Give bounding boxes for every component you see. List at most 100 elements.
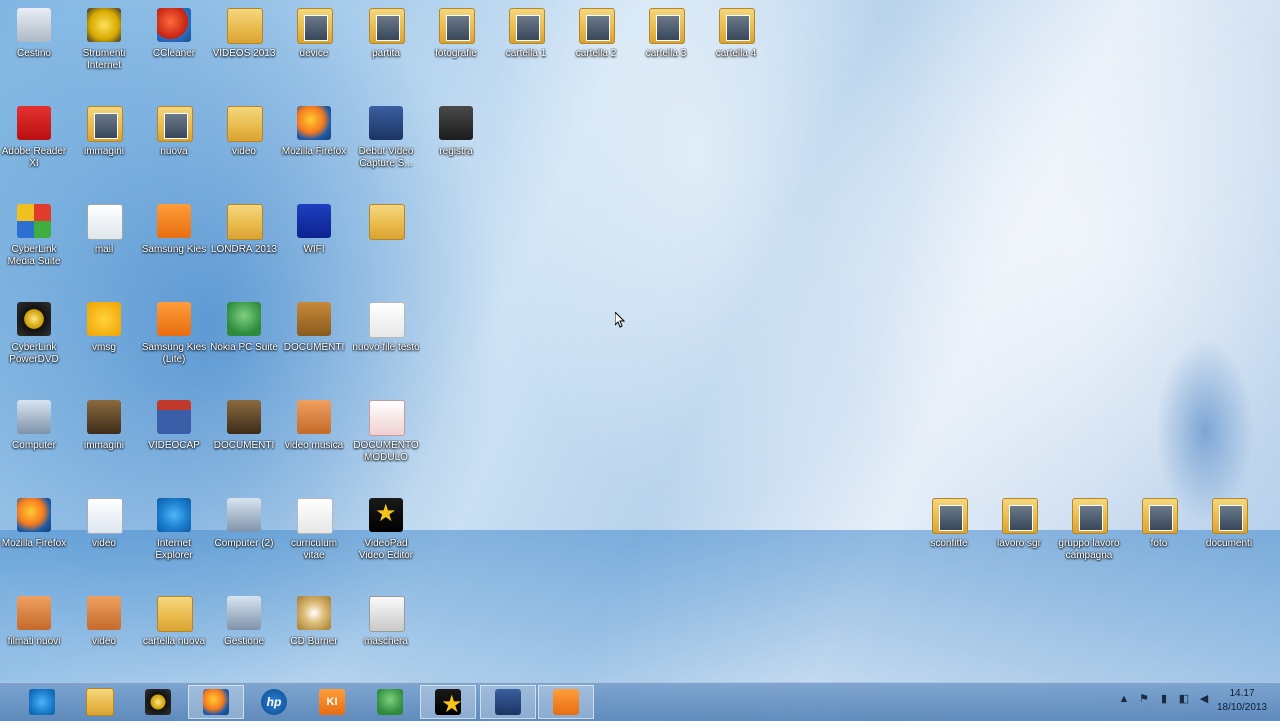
folder-icon: [1072, 498, 1108, 534]
desktop-icon-adobe-reader[interactable]: Adobe Reader XI: [0, 102, 68, 192]
desktop-icon-documenti-2[interactable]: DOCUMENTI: [210, 396, 278, 486]
network-icon[interactable]: ◧: [1178, 693, 1190, 705]
folder-icon: [86, 688, 114, 716]
volume-icon[interactable]: ◀: [1198, 693, 1210, 705]
desktop-icon-curriculum[interactable]: curriculum vitae: [280, 494, 348, 584]
desktop-icon-folder[interactable]: cartella nuova: [140, 592, 208, 682]
desktop-icon-folder[interactable]: documenti: [1195, 494, 1263, 584]
desktop-icon-folder[interactable]: fotografie: [422, 4, 490, 94]
folder-icon: [1142, 498, 1178, 534]
desktop-icon-recycle-bin[interactable]: Cestino: [0, 4, 68, 94]
firefox-icon: [297, 106, 331, 140]
kies-icon: [157, 302, 191, 336]
taskbar-file-explorer[interactable]: [72, 685, 128, 719]
firefox-icon: [17, 498, 51, 532]
folder-icon: [719, 8, 755, 44]
desktop-icon-pdf-document[interactable]: DOCUMENTO MODULO: [352, 396, 420, 486]
internet-explorer-icon: [157, 498, 191, 532]
desktop-icon-internet-explorer[interactable]: Internet Explorer: [140, 494, 208, 584]
pdf-document-icon: [369, 400, 405, 436]
folder-icon: [509, 8, 545, 44]
desktop-icon-gestione[interactable]: Gestione: [210, 592, 278, 682]
desktop-icon-folder[interactable]: video: [210, 102, 278, 192]
folder-icon: [369, 8, 405, 44]
desktop-icon-folder[interactable]: cartella 4: [702, 4, 770, 94]
desktop-icon-folder[interactable]: nuova: [140, 102, 208, 192]
folder-icon: [157, 106, 193, 142]
firefox-icon: [203, 689, 229, 715]
taskbar-videopad[interactable]: [420, 685, 476, 719]
desktop-icon-folder[interactable]: foto: [1125, 494, 1193, 584]
desktop-icon-registra[interactable]: registra: [422, 102, 490, 192]
desktop-icon-media-suite[interactable]: CyberLink Media Suite: [0, 200, 68, 290]
folder-icon: [297, 8, 333, 44]
videopad-icon: [369, 498, 403, 532]
desktop-icon-text-file[interactable]: nuovo file testo: [352, 298, 420, 388]
desktop-icon-video-2[interactable]: video: [70, 494, 138, 584]
desktop-icon-folder[interactable]: device: [280, 4, 348, 94]
desktop-icon-computer[interactable]: Computer: [0, 396, 68, 486]
taskbar-firefox[interactable]: [188, 685, 244, 719]
desktop-icon-cd-burner[interactable]: CD Burner: [280, 592, 348, 682]
desktop-icon-images[interactable]: immagini: [70, 396, 138, 486]
desktop-icon-vlc-2[interactable]: filmati nuovi: [0, 592, 68, 682]
desktop-icon-folder[interactable]: gruppo lavoro campagna: [1055, 494, 1123, 584]
phone-icon: [227, 302, 261, 336]
dvd-icon: [17, 302, 51, 336]
desktop-icon-nokia-pc-suite[interactable]: Nokia PC Suite: [210, 298, 278, 388]
desktop-icon-computer-2[interactable]: Computer (2): [210, 494, 278, 584]
taskbar-kies[interactable]: KI: [304, 685, 360, 719]
media-player-icon: [297, 400, 331, 434]
computer-icon: [17, 400, 51, 434]
clock-time: 14.17: [1229, 688, 1255, 699]
hp-icon: hp: [261, 689, 287, 715]
taskbar-clock[interactable]: 14.17 18/10/2013: [1212, 687, 1272, 715]
desktop-icon-wifi[interactable]: WIFI: [280, 200, 348, 290]
desktop-icon-firefox[interactable]: Mozilla Firefox: [280, 102, 348, 192]
desktop-icon-videocap[interactable]: VIDEOCAP: [140, 396, 208, 486]
desktop-icon-internet-tools[interactable]: Strumenti Internet: [70, 4, 138, 94]
monitor-icon: [439, 106, 473, 140]
taskbar-powerdvd[interactable]: [130, 685, 186, 719]
mask-icon: [369, 596, 405, 632]
desktop-icon-ccleaner[interactable]: CCleaner: [140, 4, 208, 94]
document-icon: [369, 302, 405, 338]
desktop-icon-firefox[interactable]: Mozilla Firefox: [0, 494, 68, 584]
desktop-icon-folder[interactable]: immagini: [70, 102, 138, 192]
desktop-icon-mask[interactable]: maschera: [352, 592, 420, 682]
folder-icon: [227, 204, 263, 240]
flag-icon[interactable]: ⚑: [1138, 693, 1150, 705]
taskbar-hp[interactable]: hp: [246, 685, 302, 719]
desktop-icon-folder[interactable]: cartella 2: [562, 4, 630, 94]
desktop-icon-folder[interactable]: VIDEOS 2013: [210, 4, 278, 94]
desktop-icon-documenti[interactable]: DOCUMENTI: [280, 298, 348, 388]
desktop-icon-vmsg[interactable]: vmsg: [70, 298, 138, 388]
taskbar-kies-lite[interactable]: [538, 685, 594, 719]
desktop-icon-vlc-3[interactable]: video: [70, 592, 138, 682]
folder-icon: [579, 8, 615, 44]
taskbar-internet-explorer[interactable]: [14, 685, 70, 719]
desktop-icon-folder[interactable]: cartella 1: [492, 4, 560, 94]
desktop-icon-folder[interactable]: cartella 3: [632, 4, 700, 94]
desktop-icon-vlc[interactable]: video musica: [280, 396, 348, 486]
desktop-icon-folder[interactable]: partita: [352, 4, 420, 94]
chevron-up-icon[interactable]: ▲: [1118, 693, 1130, 705]
globe-icon: [87, 8, 121, 42]
dvd-icon: [145, 689, 171, 715]
desktop-icon-powerdvd[interactable]: CyberLink PowerDVD: [0, 298, 68, 388]
battery-icon[interactable]: ▮: [1158, 693, 1170, 705]
desktop-icon-mail[interactable]: mail: [70, 200, 138, 290]
desktop-icon-samsung-kies-lite[interactable]: Samsung Kies (Lite): [140, 298, 208, 388]
video-capture-icon: [369, 106, 403, 140]
desktop-icon-videopad[interactable]: VideoPad Video Editor: [352, 494, 420, 584]
desktop-icon-folder[interactable]: lavoro sgr: [985, 494, 1053, 584]
desktop-icon-samsung-kies[interactable]: Samsung Kies: [140, 200, 208, 290]
desktop-icon-folder[interactable]: [352, 200, 420, 290]
desktop-icon-debut-video[interactable]: Debut Video Capture S...: [352, 102, 420, 192]
taskbar-nokia[interactable]: [362, 685, 418, 719]
desktop-icon-folder[interactable]: sconfitte: [915, 494, 983, 584]
desktop-icon-folder[interactable]: LONDRA 2013: [210, 200, 278, 290]
folder-icon: [87, 106, 123, 142]
taskbar-debut[interactable]: [480, 685, 536, 719]
internet-explorer-icon: [29, 689, 55, 715]
